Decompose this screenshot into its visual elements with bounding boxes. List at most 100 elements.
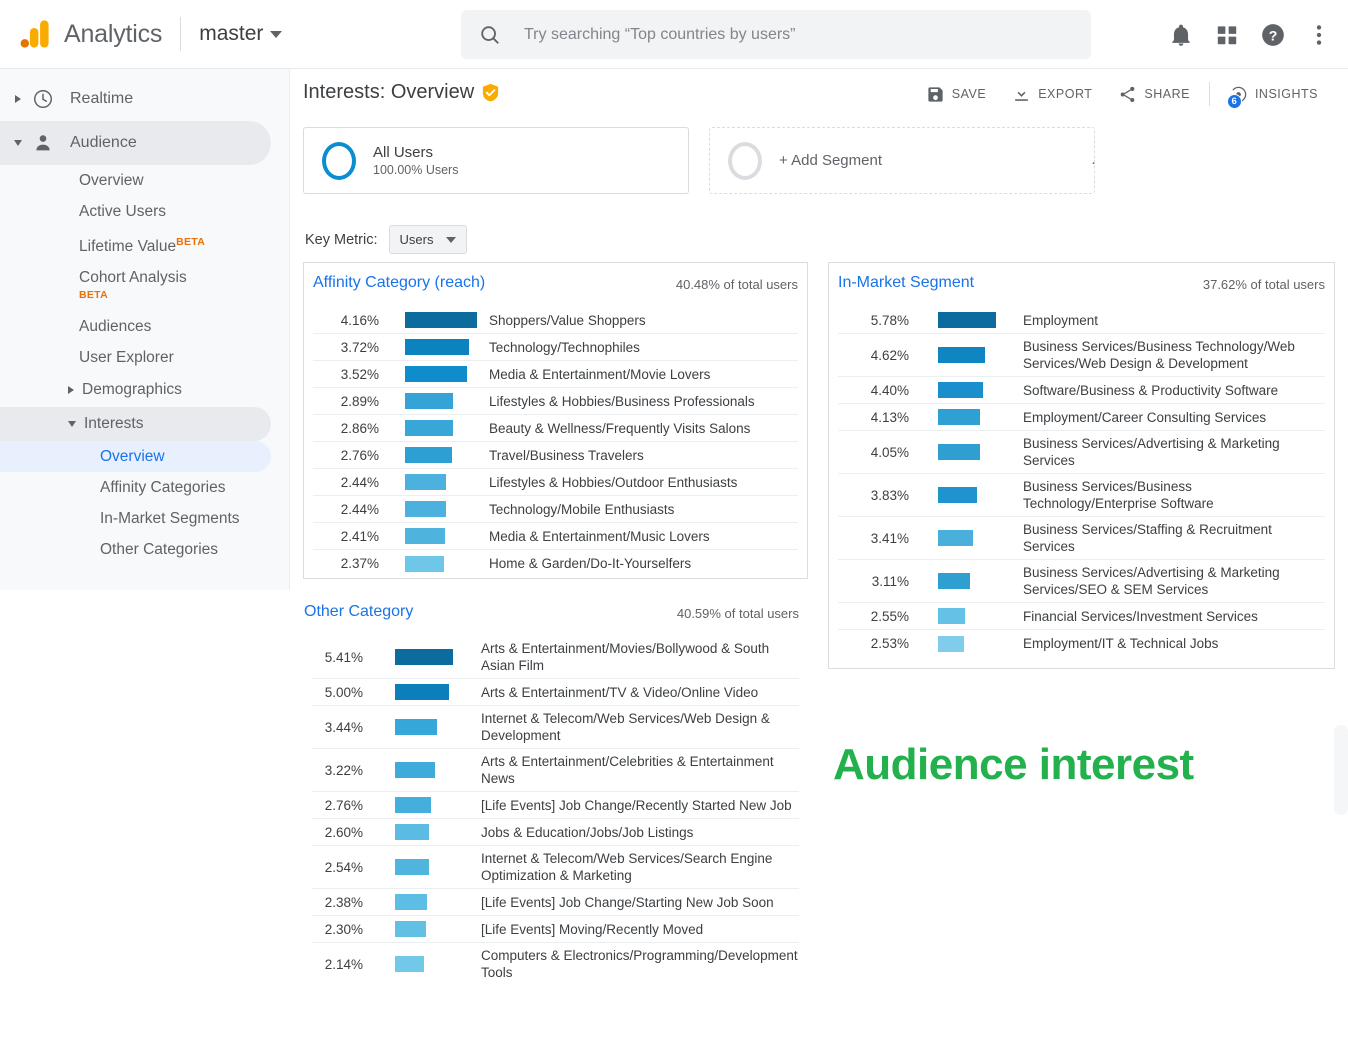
- svg-text:?: ?: [1269, 27, 1278, 43]
- table-row[interactable]: 3.72% Technology/Technophiles: [313, 334, 798, 361]
- row-label: Business Services/Staffing & Recruitment…: [1023, 522, 1272, 554]
- row-label: [Life Events] Moving/Recently Moved: [481, 921, 704, 937]
- table-row[interactable]: 4.62% Business Services/Business Technolo…: [838, 334, 1325, 377]
- more-vert-icon[interactable]: [1306, 22, 1332, 48]
- row-label: Employment/Career Consulting Services: [1023, 409, 1267, 425]
- table-row[interactable]: 4.40% Software/Business & Productivity So…: [838, 377, 1325, 404]
- table-row[interactable]: 2.53% Employment/IT & Technical Jobs: [838, 630, 1325, 657]
- share-label: SHARE: [1144, 87, 1190, 101]
- add-segment-button[interactable]: + Add Segment ·: [709, 127, 1096, 194]
- row-percent: 3.52%: [340, 366, 379, 382]
- notifications-bell-icon[interactable]: [1168, 22, 1194, 48]
- row-percent: 2.55%: [870, 608, 909, 624]
- save-button[interactable]: SAVE: [913, 85, 999, 104]
- card-subtitle: 37.62% of total users: [1202, 277, 1325, 292]
- table-row[interactable]: 3.11% Business Services/Advertising & Mar…: [838, 560, 1325, 603]
- row-bar-cell: [915, 530, 1023, 546]
- insights-button[interactable]: 6 INSIGHTS: [1216, 85, 1331, 109]
- sidebar-item-interests-overview[interactable]: Overview: [0, 441, 271, 473]
- row-label: Technology/Mobile Enthusiasts: [489, 501, 675, 517]
- table-row[interactable]: 2.44% Technology/Mobile Enthusiasts: [313, 496, 798, 523]
- table-row[interactable]: 3.22% Arts & Entertainment/Celebrities & …: [312, 749, 799, 792]
- sidebar-item-user-explorer[interactable]: User Explorer: [0, 342, 289, 373]
- table-row[interactable]: 5.78% Employment: [838, 307, 1325, 334]
- row-percent: 5.41%: [324, 649, 363, 665]
- more-horizontal-icon[interactable]: ·: [1091, 154, 1096, 171]
- other-category-rows: 5.41% Arts & Entertainment/Movies/Bollywo…: [295, 636, 808, 987]
- sidebar-item-audience[interactable]: Audience: [0, 121, 271, 165]
- row-percent: 2.37%: [340, 556, 379, 571]
- row-label: [Life Events] Job Change/Starting New Jo…: [481, 894, 774, 910]
- row-label: Jobs & Education/Jobs/Job Listings: [481, 824, 694, 840]
- search-box[interactable]: [461, 10, 1091, 59]
- sidebar-item-other-categories[interactable]: Other Categories: [0, 534, 289, 565]
- table-row[interactable]: 2.37% Home & Garden/Do-It-Yourselfers: [313, 550, 798, 577]
- table-row[interactable]: 3.83% Business Services/Business Technolo…: [838, 474, 1325, 517]
- row-label: Computers & Electronics/Programming/Deve…: [481, 948, 798, 980]
- export-button[interactable]: EXPORT: [999, 85, 1105, 104]
- row-label: Internet & Telecom/Web Services/Web Desi…: [481, 711, 770, 743]
- sidebar-item-affinity-categories[interactable]: Affinity Categories: [0, 472, 289, 503]
- sidebar-group-demographics[interactable]: Demographics: [0, 373, 271, 407]
- table-row[interactable]: 4.05% Business Services/Advertising & Mar…: [838, 431, 1325, 474]
- account-selector[interactable]: master: [199, 22, 283, 46]
- search-input[interactable]: [522, 24, 1073, 45]
- table-row[interactable]: 2.44% Lifestyles & Hobbies/Outdoor Enthus…: [313, 469, 798, 496]
- row-bar-cell: [385, 501, 489, 517]
- table-row[interactable]: 2.60% Jobs & Education/Jobs/Job Listings: [312, 819, 799, 846]
- chevron-right-icon: [15, 95, 21, 103]
- table-row[interactable]: 2.54% Internet & Telecom/Web Services/Sea…: [312, 846, 799, 889]
- sidebar-item-realtime[interactable]: Realtime: [0, 77, 271, 121]
- row-bar-cell: [915, 409, 1023, 425]
- row-bar: [405, 366, 467, 382]
- sidebar-item-cohort-analysis[interactable]: Cohort Analysis BETA: [0, 262, 289, 311]
- table-row[interactable]: 2.76% [Life Events] Job Change/Recently S…: [312, 792, 799, 819]
- row-percent: 4.13%: [870, 409, 909, 425]
- apps-grid-icon[interactable]: [1214, 22, 1240, 48]
- sidebar-group-interests[interactable]: Interests: [0, 407, 271, 442]
- row-percent: 2.38%: [324, 894, 363, 910]
- card-title[interactable]: Affinity Category (reach): [313, 274, 485, 292]
- sidebar-item-lifetime-value[interactable]: Lifetime ValueBETA: [0, 227, 289, 262]
- table-row[interactable]: 5.00% Arts & Entertainment/TV & Video/Onl…: [312, 679, 799, 706]
- left-sidebar[interactable]: Realtime Audience Overview Active Users …: [0, 69, 290, 590]
- vertical-scrollbar[interactable]: [1334, 725, 1348, 815]
- row-bar: [405, 393, 453, 409]
- table-row[interactable]: 5.41% Arts & Entertainment/Movies/Bollywo…: [312, 636, 799, 679]
- key-metric-select[interactable]: Users: [388, 225, 468, 254]
- help-circle-icon[interactable]: ?: [1260, 22, 1286, 48]
- save-icon: [928, 86, 943, 102]
- chevron-down-icon: [68, 421, 76, 428]
- sidebar-item-active-users[interactable]: Active Users: [0, 196, 289, 227]
- table-row[interactable]: 3.44% Internet & Telecom/Web Services/Web…: [312, 706, 799, 749]
- page-header: Interests: Overview SAVE EXPORT SHARE 6 …: [290, 69, 1348, 123]
- page-title: Interests: Overview: [303, 81, 499, 104]
- table-row[interactable]: 2.86% Beauty & Wellness/Frequently Visits…: [313, 415, 798, 442]
- table-row[interactable]: 2.55% Financial Services/Investment Servi…: [838, 603, 1325, 630]
- segment-all-users[interactable]: All Users 100.00% Users: [303, 127, 689, 194]
- add-segment-label: + Add Segment: [779, 152, 882, 169]
- table-row[interactable]: 2.41% Media & Entertainment/Music Lovers: [313, 523, 798, 550]
- table-row[interactable]: 2.38% [Life Events] Job Change/Starting N…: [312, 889, 799, 916]
- sidebar-sub-label: Cohort Analysis: [79, 269, 187, 287]
- table-row[interactable]: 2.14% Computers & Electronics/Programming…: [312, 943, 799, 985]
- row-bar: [938, 608, 965, 624]
- table-row[interactable]: 2.89% Lifestyles & Hobbies/Business Profe…: [313, 388, 798, 415]
- table-row[interactable]: 4.16% Shoppers/Value Shoppers: [313, 307, 798, 334]
- share-button[interactable]: SHARE: [1105, 85, 1203, 104]
- table-row[interactable]: 2.30% [Life Events] Moving/Recently Moved: [312, 916, 799, 943]
- in-market-segment-card: In-Market Segment 37.62% of total users …: [828, 262, 1335, 669]
- row-label: Lifestyles & Hobbies/Business Profession…: [489, 393, 755, 409]
- table-row[interactable]: 4.13% Employment/Career Consulting Servic…: [838, 404, 1325, 431]
- row-bar-cell: [369, 921, 481, 937]
- table-row[interactable]: 3.41% Business Services/Staffing & Recrui…: [838, 517, 1325, 560]
- sidebar-item-in-market-segments[interactable]: In-Market Segments: [0, 503, 289, 534]
- card-title[interactable]: In-Market Segment: [838, 274, 974, 292]
- sidebar-item-overview[interactable]: Overview: [0, 165, 289, 196]
- sidebar-item-audiences[interactable]: Audiences: [0, 311, 289, 342]
- table-row[interactable]: 2.76% Travel/Business Travelers: [313, 442, 798, 469]
- card-subtitle: 40.48% of total users: [675, 277, 798, 292]
- card-title[interactable]: Other Category: [304, 603, 413, 621]
- chevron-down-icon: [270, 30, 283, 38]
- table-row[interactable]: 3.52% Media & Entertainment/Movie Lovers: [313, 361, 798, 388]
